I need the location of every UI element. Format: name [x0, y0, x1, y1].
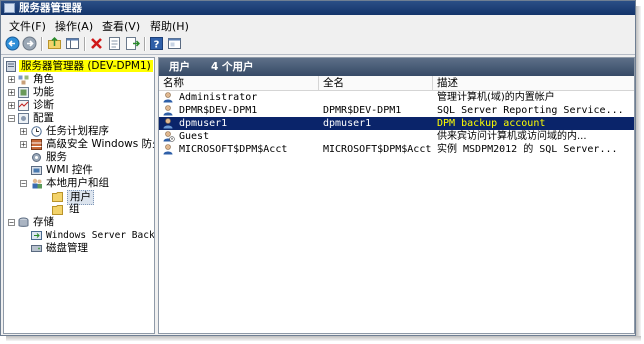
configuration-icon — [18, 113, 29, 124]
server-icon — [6, 61, 16, 72]
menu-file[interactable]: 文件(F) — [9, 18, 46, 34]
user-icon — [163, 144, 173, 155]
expand-toggle[interactable]: + — [20, 141, 27, 149]
column-name[interactable]: 名称 — [159, 76, 319, 90]
expand-toggle[interactable]: + — [8, 76, 15, 84]
column-header-row: 名称 全名 描述 — [159, 76, 634, 91]
menu-action[interactable]: 操作(A) — [55, 18, 93, 34]
show-hide-tree-icon[interactable] — [65, 36, 80, 51]
menu-view[interactable]: 查看(V) — [102, 18, 140, 34]
console-view-icon[interactable] — [167, 36, 182, 51]
menu-bar: 文件(F) 操作(A) 查看(V) 帮助(H) — [1, 15, 635, 34]
users-groups-icon — [32, 178, 42, 189]
services-icon — [32, 153, 41, 162]
table-row[interactable]: Administrator 管理计算机(域)的内置帐户 — [159, 91, 634, 104]
table-row[interactable]: DPMR$DEV-DPM1 DPMR$DEV-DPM1 SQL Server R… — [159, 104, 634, 117]
server-manager-icon — [4, 3, 15, 13]
export-list-icon[interactable] — [125, 36, 140, 51]
help-icon[interactable]: ? — [149, 36, 164, 51]
folder-icon — [52, 192, 63, 202]
table-row[interactable]: MICROSOFT$DPM$Acct MICROSOFT$DPM$Acct 实例… — [159, 143, 634, 156]
toolbar: ? — [1, 34, 635, 55]
expand-toggle[interactable]: + — [8, 89, 15, 97]
properties-icon[interactable] — [107, 36, 122, 51]
pane-title: 用户 — [169, 61, 190, 73]
window-title: 服务器管理器 — [19, 2, 82, 14]
back-icon[interactable] — [5, 36, 20, 51]
firewall-icon — [31, 139, 42, 150]
expand-toggle[interactable]: + — [8, 102, 15, 110]
backup-icon — [31, 231, 42, 240]
delete-icon[interactable] — [89, 36, 104, 51]
forward-icon[interactable] — [22, 36, 37, 51]
diagnostics-icon — [18, 100, 29, 111]
user-icon — [163, 92, 173, 103]
tree-root-label: 服务器管理器 (DEV-DPM1) — [19, 60, 153, 72]
table-row[interactable]: Guest 供来宾访问计算机或访问域的内... — [159, 130, 634, 143]
column-description[interactable]: 描述 — [433, 76, 634, 90]
collapse-toggle[interactable]: − — [8, 219, 15, 227]
user-count: 4 个用户 — [211, 61, 254, 73]
table-row-selected[interactable]: dpmuser1 dpmuser1 DPM backup account — [159, 117, 634, 130]
users-list-pane: 用户 4 个用户 名称 全名 描述 Administrator 管理计算机(域)… — [158, 57, 635, 334]
folder-icon — [52, 205, 63, 215]
roles-icon — [18, 75, 29, 85]
expand-toggle[interactable]: + — [20, 128, 27, 136]
up-folder-icon[interactable] — [47, 36, 62, 51]
console-tree: 服务器管理器 (DEV-DPM1) + 角色 + 功能 + 诊断 − 配置 + … — [3, 57, 155, 334]
server-manager-window: 服务器管理器 文件(F) 操作(A) 查看(V) 帮助(H) ? 服务器管理器 … — [0, 0, 636, 336]
features-icon — [18, 87, 29, 98]
svg-text:?: ? — [154, 40, 160, 51]
clock-icon — [31, 126, 42, 137]
menu-help[interactable]: 帮助(H) — [150, 18, 189, 34]
collapse-toggle[interactable]: − — [8, 115, 15, 123]
wmi-icon — [31, 166, 42, 175]
storage-icon — [18, 217, 29, 227]
user-icon — [163, 105, 173, 116]
disk-icon — [31, 245, 42, 252]
column-fullname[interactable]: 全名 — [319, 76, 433, 90]
pane-header: 用户 4 个用户 — [159, 58, 634, 76]
user-icon — [163, 118, 173, 129]
user-disabled-icon — [163, 131, 175, 142]
title-bar: 服务器管理器 — [1, 1, 635, 15]
collapse-toggle[interactable]: − — [20, 180, 27, 188]
